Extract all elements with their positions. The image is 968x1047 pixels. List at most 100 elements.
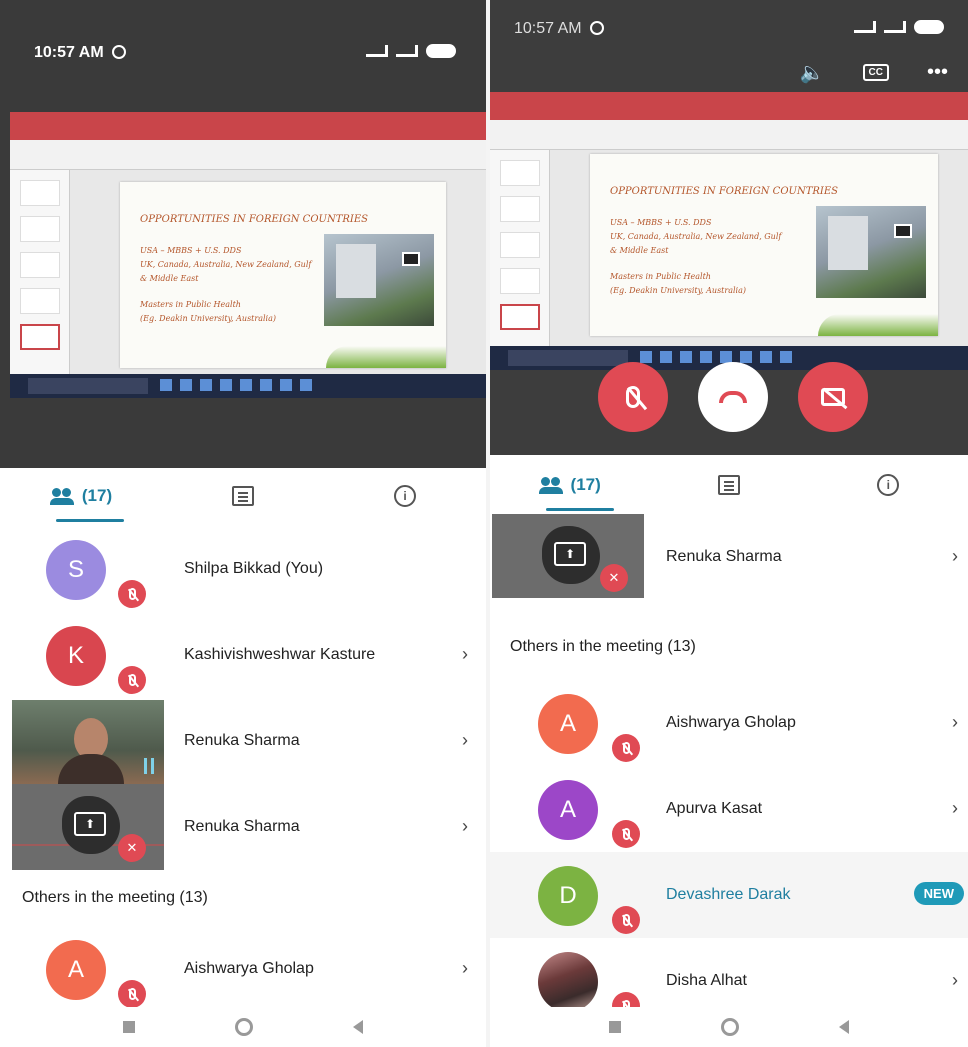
- camera-off-button[interactable]: [798, 362, 868, 432]
- others-section-label: Others in the meeting (13): [22, 889, 208, 906]
- alarm-icon: [111, 45, 126, 59]
- people-icon: [49, 488, 76, 505]
- participant-name: Aishwarya Gholap: [666, 714, 796, 731]
- participant-name: Disha Alhat: [666, 972, 747, 989]
- participant-video: [12, 700, 164, 784]
- android-navbar: [0, 1007, 486, 1047]
- home-button[interactable]: [235, 1018, 253, 1036]
- participant-name: Apurva Kasat: [666, 800, 763, 817]
- slide-line: USA – MBBS + U.S. DDS: [610, 218, 712, 227]
- present-screen-icon: ⬆: [554, 542, 586, 566]
- avatar: A: [538, 694, 598, 754]
- campus-photo: [816, 206, 926, 298]
- phone-hangup-icon: [719, 391, 747, 403]
- recents-button[interactable]: [609, 1021, 621, 1033]
- battery-icon: [914, 20, 944, 34]
- shared-screen: OPPORTUNITIES IN FOREIGN COUNTRIES USA –…: [490, 92, 968, 370]
- windows-taskbar: [10, 374, 486, 398]
- avatar: A: [538, 780, 598, 840]
- signal-icon: [854, 21, 876, 33]
- mic-off-icon: [612, 820, 640, 848]
- call-top-controls: 🔈 CC •••: [800, 60, 948, 85]
- slide-line: & Middle East: [610, 246, 669, 255]
- back-button[interactable]: [353, 1020, 363, 1034]
- chevron-right-icon[interactable]: ›: [952, 798, 958, 819]
- speaker-icon[interactable]: 🔈: [800, 60, 825, 85]
- participant-row[interactable]: A Apurva Kasat ›: [490, 766, 968, 852]
- people-count: (17): [81, 486, 113, 505]
- mic-off-icon: [118, 666, 146, 694]
- chevron-right-icon[interactable]: ›: [952, 546, 958, 567]
- slide-line: Masters in Public Health: [140, 300, 241, 309]
- tab-chat[interactable]: [649, 457, 808, 513]
- others-section-label: Others in the meeting (13): [510, 638, 696, 655]
- tab-chat[interactable]: [162, 468, 324, 524]
- signal-icon: [366, 45, 388, 57]
- audio-level-icon: [144, 758, 154, 774]
- taskbar-search: [508, 350, 628, 366]
- chevron-right-icon[interactable]: ›: [462, 816, 468, 837]
- slide-decoration: [818, 314, 938, 336]
- android-navbar: [490, 1007, 968, 1047]
- participant-name: Aishwarya Gholap: [184, 960, 314, 977]
- participant-row[interactable]: D Devashree Darak NEW: [490, 852, 968, 938]
- tab-info[interactable]: i: [324, 468, 486, 524]
- main-video-area[interactable]: 10:57 AM OPPORTUNITIES IN FOREIGN COUNTR…: [0, 0, 486, 470]
- slide-line: Masters in Public Health: [610, 272, 711, 281]
- mute-mic-button[interactable]: [598, 362, 668, 432]
- participant-row[interactable]: ⬆ ✕ Renuka Sharma ›: [0, 784, 486, 870]
- more-options-icon[interactable]: •••: [927, 61, 948, 84]
- captions-icon[interactable]: CC: [862, 64, 889, 81]
- chat-icon: [717, 475, 740, 495]
- participant-row[interactable]: A Aishwarya Gholap ›: [0, 926, 486, 1012]
- hang-up-button[interactable]: [698, 362, 768, 432]
- participant-row[interactable]: Renuka Sharma ›: [0, 698, 486, 784]
- meeting-tabs: (17) i: [490, 457, 968, 513]
- status-time: 10:57 AM: [34, 44, 126, 62]
- participant-name: Renuka Sharma: [184, 818, 300, 835]
- tab-people[interactable]: (17): [0, 468, 162, 524]
- chevron-right-icon[interactable]: ›: [462, 730, 468, 751]
- back-button[interactable]: [839, 1020, 849, 1034]
- campus-photo: [324, 234, 434, 326]
- participant-name: Renuka Sharma: [666, 548, 782, 565]
- avatar: [538, 952, 598, 1012]
- participant-name: Shilpa Bikkad (You): [184, 560, 324, 577]
- participant-list[interactable]: S Shilpa Bikkad (You) K Kashivishweshwar…: [0, 526, 486, 1012]
- shared-screen: OPPORTUNITIES IN FOREIGN COUNTRIES USA –…: [10, 112, 486, 398]
- chevron-right-icon[interactable]: ›: [462, 958, 468, 979]
- home-button[interactable]: [721, 1018, 739, 1036]
- slide-line: UK, Canada, Australia, New Zealand, Gulf: [140, 260, 312, 269]
- left-phone-screen: 10:57 AM OPPORTUNITIES IN FOREIGN COUNTR…: [0, 0, 486, 1047]
- meeting-tabs: (17) i: [0, 468, 486, 524]
- slide-title: OPPORTUNITIES IN FOREIGN COUNTRIES: [610, 186, 838, 197]
- main-video-area[interactable]: 10:57 AM 🔈 CC ••• OPPORTUNITIES IN FOREI…: [490, 0, 968, 455]
- recents-button[interactable]: [123, 1021, 135, 1033]
- powerpoint-titlebar: [10, 112, 486, 140]
- powerpoint-ribbon: [490, 120, 968, 150]
- avatar: S: [46, 540, 106, 600]
- info-icon: i: [877, 474, 900, 496]
- mic-off-icon: [118, 580, 146, 608]
- participant-list[interactable]: ⬆ ✕ Renuka Sharma › Others in the meetin…: [490, 514, 968, 1024]
- new-badge: NEW: [913, 882, 964, 905]
- mic-off-icon: [626, 386, 640, 408]
- battery-icon: [426, 44, 456, 58]
- slide-line: & Middle East: [140, 274, 199, 283]
- tab-people[interactable]: (17): [490, 457, 649, 513]
- speaker-muted-icon: ✕: [118, 834, 146, 862]
- status-bar: 10:57 AM: [0, 0, 486, 86]
- info-icon: i: [394, 485, 416, 507]
- participant-row: S Shilpa Bikkad (You): [0, 526, 486, 612]
- participant-row[interactable]: K Kashivishweshwar Kasture ›: [0, 612, 486, 698]
- status-icons: [854, 20, 944, 34]
- chevron-right-icon[interactable]: ›: [952, 970, 958, 991]
- sim-icon: [396, 45, 418, 57]
- participant-name: Kashivishweshwar Kasture: [184, 646, 376, 663]
- participant-row[interactable]: A Aishwarya Gholap ›: [490, 680, 968, 766]
- chevron-right-icon[interactable]: ›: [952, 712, 958, 733]
- avatar: A: [46, 940, 106, 1000]
- tab-info[interactable]: i: [809, 457, 968, 513]
- chevron-right-icon[interactable]: ›: [462, 644, 468, 665]
- participant-row[interactable]: ⬆ ✕ Renuka Sharma ›: [490, 514, 968, 600]
